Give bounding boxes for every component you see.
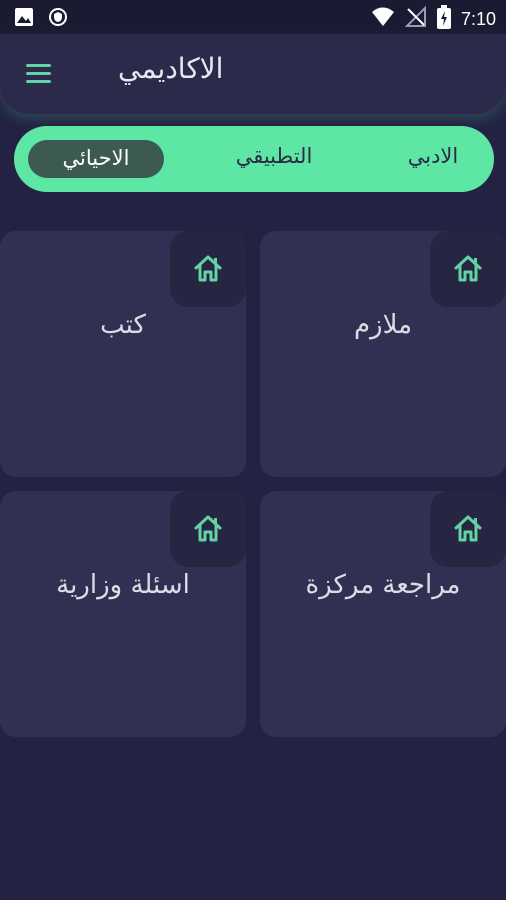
card-label: ملازم — [353, 310, 413, 340]
card-kutub[interactable]: كتب — [0, 231, 246, 477]
status-bar: 7:10 — [0, 0, 506, 34]
card-icon-badge — [170, 491, 246, 567]
card-icon-badge — [430, 231, 506, 307]
card-label: اسئلة وزارية — [56, 570, 190, 600]
app-header: الاكاديمي — [0, 34, 506, 114]
hamburger-menu-icon[interactable] — [24, 62, 54, 86]
status-right-icons: 7:10 — [371, 5, 496, 33]
clock: 7:10 — [460, 9, 496, 29]
tab-bar: الادبي التطبيقي الاحيائي — [14, 126, 494, 192]
battery-charging-icon — [436, 5, 451, 33]
card-icon-badge — [170, 231, 246, 307]
card-asila-wizariya[interactable]: اسئلة وزارية — [0, 491, 246, 737]
card-muraja-murakkaza[interactable]: مراجعة مركزة — [260, 491, 506, 737]
card-label: مراجعة مركزة — [305, 570, 461, 600]
wifi-icon — [371, 6, 395, 32]
shield-icon — [48, 7, 68, 31]
card-label: كتب — [100, 310, 146, 340]
no-signal-icon — [404, 5, 427, 32]
card-malazim[interactable]: ملازم — [260, 231, 506, 477]
tab-tatbiqi[interactable]: التطبيقي — [204, 126, 344, 192]
tab-ahyai-selected[interactable]: الاحيائي — [28, 140, 164, 178]
status-left-icons — [14, 7, 68, 31]
image-icon — [14, 7, 34, 31]
app-title: الاكاديمي — [118, 52, 224, 85]
card-icon-badge — [430, 491, 506, 567]
tab-adabi[interactable]: الادبي — [384, 126, 482, 192]
